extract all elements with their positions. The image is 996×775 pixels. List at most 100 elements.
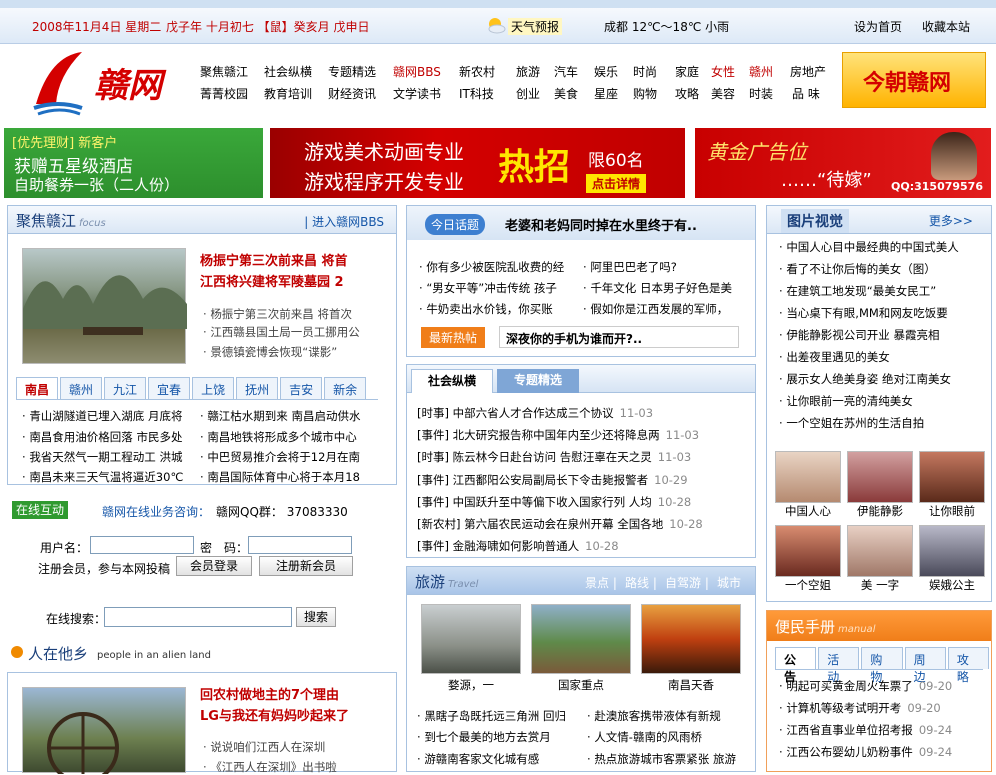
topic-item[interactable]: · 假如你是江西发展的军师， — [583, 301, 751, 317]
tab-ganzhou[interactable]: 赣州 — [60, 377, 103, 399]
city-news-item[interactable]: · 南昌未来三天气温将逼近30℃ — [22, 469, 198, 485]
nav-item-entertainment[interactable]: 娱乐 — [594, 63, 618, 80]
finance-ad-banner[interactable]: [优先理财] 新客户 获赠五星级酒店 自助餐券一张（二人份） — [4, 128, 263, 198]
nav-item-family[interactable]: 家庭 — [675, 63, 699, 80]
tab-special-topics[interactable]: 专题精选 — [497, 369, 579, 393]
nav-item-ganzhou[interactable]: 赣州 — [749, 63, 773, 80]
photo-item[interactable]: · 中国人心目中最经典的中国式美人 — [779, 239, 989, 255]
city-news-item[interactable]: · 南昌国际体育中心将于本月18 — [200, 469, 376, 485]
nav-item-food[interactable]: 美食 — [554, 85, 578, 102]
search-button[interactable]: 搜索 — [296, 607, 336, 627]
set-homepage-link[interactable]: 设为首页 — [854, 18, 902, 35]
alien-item[interactable]: · 说说咱们江西人在深圳 — [203, 739, 383, 755]
tab-society[interactable]: 社会纵横 — [411, 369, 493, 393]
alien-item[interactable]: · 《江西人在深圳》出书啦 — [203, 759, 383, 775]
weather-forecast-link[interactable]: 天气预报 — [508, 18, 563, 35]
news-item[interactable]: [时事] 中部六省人才合作达成三个协议 11-03 — [417, 405, 751, 421]
nav-item-topics[interactable]: 专题精选 — [328, 63, 376, 80]
city-news-item[interactable]: · 中巴贸易推介会将于12月在南 — [200, 449, 376, 465]
travel-caption[interactable]: 南昌天香 — [641, 677, 741, 693]
news-item[interactable]: [时事] 陈云林今日赴台访问 告慰汪辜在天之灵 11-03 — [417, 449, 751, 465]
convenience-item[interactable]: · 江西省直事业单位招考报 09-24 — [779, 722, 987, 738]
nav-item-women[interactable]: 女性 — [711, 63, 735, 80]
city-news-item[interactable]: · 青山湖隧道已埋入湖底 月底将 — [22, 408, 198, 424]
photo-item[interactable]: · 展示女人绝美身姿 绝对江南美女 — [779, 371, 989, 387]
nav-item-taste[interactable]: 品 味 — [792, 85, 820, 102]
nav-item-shopping[interactable]: 购物 — [633, 85, 657, 102]
password-input[interactable] — [248, 536, 352, 554]
hot-post-title[interactable]: 深夜你的手机为谁而开?.. — [499, 326, 739, 348]
username-input[interactable] — [90, 536, 194, 554]
convenience-item[interactable]: · 明起可买黄金周火车票了 09-20 — [779, 678, 987, 694]
photo-item[interactable]: · 一个空姐在苏州的生活自拍 — [779, 415, 989, 431]
travel-link-cities[interactable]: 城市 — [717, 574, 741, 591]
news-item[interactable]: [新农村] 第六届农民运动会在泉州开幕 全国各地 10-28 — [417, 516, 751, 532]
nav-item-realestate[interactable]: 房地产 — [790, 63, 826, 80]
nav-item-travel[interactable]: 旅游 — [516, 63, 540, 80]
tab-xinyu[interactable]: 新余 — [324, 377, 367, 399]
photo-more-link[interactable]: 更多>> — [929, 212, 973, 229]
online-service-link[interactable]: 赣网在线业务咨询： — [102, 503, 210, 520]
photo-thumb[interactable] — [775, 525, 841, 577]
news-item[interactable]: [事件] 北大研究报告称中国年内至少还将降息两 11-03 — [417, 427, 751, 443]
photo-caption[interactable]: 伊能静影 — [847, 503, 913, 519]
tab-jian[interactable]: 吉安 — [280, 377, 323, 399]
photo-caption[interactable]: 娱娥公主 — [919, 577, 985, 593]
travel-photo-national[interactable] — [531, 604, 631, 674]
travel-photo-wuyuan[interactable] — [421, 604, 521, 674]
alien-headline-1[interactable]: 回农村做地主的7个理由 — [200, 684, 390, 703]
travel-photo-nanchang[interactable] — [641, 604, 741, 674]
site-logo[interactable]: 赣网 — [28, 46, 178, 116]
nav-item-education[interactable]: 教育培训 — [264, 85, 312, 102]
photo-caption[interactable]: 中国人心 — [775, 503, 841, 519]
travel-link-routes[interactable]: 路线 | — [625, 574, 657, 591]
focus-headline-2[interactable]: 江西将兴建将军陵墓园 2 — [200, 271, 390, 290]
nav-item-fashion[interactable]: 时尚 — [633, 63, 657, 80]
tab-yichun[interactable]: 宜春 — [148, 377, 191, 399]
convenience-item[interactable]: · 计算机等级考试明开考 09-20 — [779, 700, 987, 716]
topic-item[interactable]: · 千年文化 日本男子好色是美 — [583, 280, 751, 296]
city-news-item[interactable]: · 赣江枯水期到来 南昌启动供水 — [200, 408, 376, 424]
topic-item[interactable]: · 你有多少被医院乱收费的经 — [419, 259, 577, 275]
bookmark-link[interactable]: 收藏本站 — [922, 18, 970, 35]
nav-item-campus[interactable]: 菁菁校园 — [200, 85, 248, 102]
waterwheel-photo[interactable] — [22, 687, 186, 774]
member-login-button[interactable]: 会员登录 — [176, 556, 252, 576]
gold-ad-banner[interactable]: 黄金广告位 ……“待嫁” QQ:315079576 — [695, 128, 991, 198]
tab-nearby[interactable]: 周边 — [904, 647, 946, 684]
news-item[interactable]: [事件] 金融海啸如何影响普通人 10-28 — [417, 538, 751, 554]
topic-item[interactable]: · 牛奶卖出水价钱，你买账 — [419, 301, 577, 317]
nav-item-guides[interactable]: 攻略 — [675, 85, 699, 102]
focus-item[interactable]: · 江西赣县国土局一员工挪用公 — [203, 324, 383, 340]
nav-item-it[interactable]: IT科技 — [459, 85, 494, 102]
topic-item[interactable]: · 阿里巴巴老了吗? — [583, 259, 751, 275]
photo-thumb[interactable] — [919, 525, 985, 577]
city-news-item[interactable]: · 我省天然气一期工程动工 洪城 — [22, 449, 198, 465]
focus-item[interactable]: · 杨振宁第三次前来昌 将首次 — [203, 306, 383, 322]
nav-item-beauty[interactable]: 美容 — [711, 85, 735, 102]
city-news-item[interactable]: · 南昌地铁将形成多个城市中心 — [200, 429, 376, 445]
travel-item[interactable]: · 黑瞎子岛既托远三角洲 回归 — [417, 708, 585, 724]
photo-caption[interactable]: 让你眼前 — [919, 503, 985, 519]
travel-link-selfdrive[interactable]: 自驾游 | — [665, 574, 709, 591]
focus-headline-1[interactable]: 杨振宁第三次前来昌 将首 — [200, 250, 390, 269]
game-ad-detail-button[interactable]: 点击详情 — [586, 174, 647, 193]
photo-item[interactable]: · 在建筑工地发现“最美女民工” — [779, 283, 989, 299]
tab-guide[interactable]: 攻略 — [947, 647, 990, 684]
today-topic-title[interactable]: 老婆和老妈同时掉在水里终于有.. — [505, 215, 750, 234]
photo-thumb[interactable] — [775, 451, 841, 503]
photo-caption[interactable]: 一个空姐 — [775, 577, 841, 593]
photo-item[interactable]: · 出差夜里遇见的美女 — [779, 349, 989, 365]
nav-item-horoscope[interactable]: 星座 — [594, 85, 618, 102]
tab-activity[interactable]: 活动 — [818, 647, 860, 684]
game-school-ad-banner[interactable]: 游戏美术动画专业 游戏程序开发专业 热招 限60名 点击详情 — [270, 128, 685, 198]
tab-jiujiang[interactable]: 九江 — [104, 377, 147, 399]
travel-caption[interactable]: 婺源，一 — [421, 677, 521, 693]
focus-item[interactable]: · 景德镇瓷博会恢现“谍影” — [203, 344, 383, 360]
photo-caption[interactable]: 美 一字 — [847, 577, 913, 593]
nav-item-literature[interactable]: 文学读书 — [393, 85, 441, 102]
travel-item[interactable]: · 人文情-赣南的风雨桥 — [587, 729, 753, 745]
photo-item[interactable]: · 伊能静影视公司开业 暴霞亮相 — [779, 327, 989, 343]
photo-item[interactable]: · 看了不让你后悔的美女（图） — [779, 261, 989, 277]
photo-item[interactable]: · 当心桌下有眼,MM和网友吃饭要 — [779, 305, 989, 321]
